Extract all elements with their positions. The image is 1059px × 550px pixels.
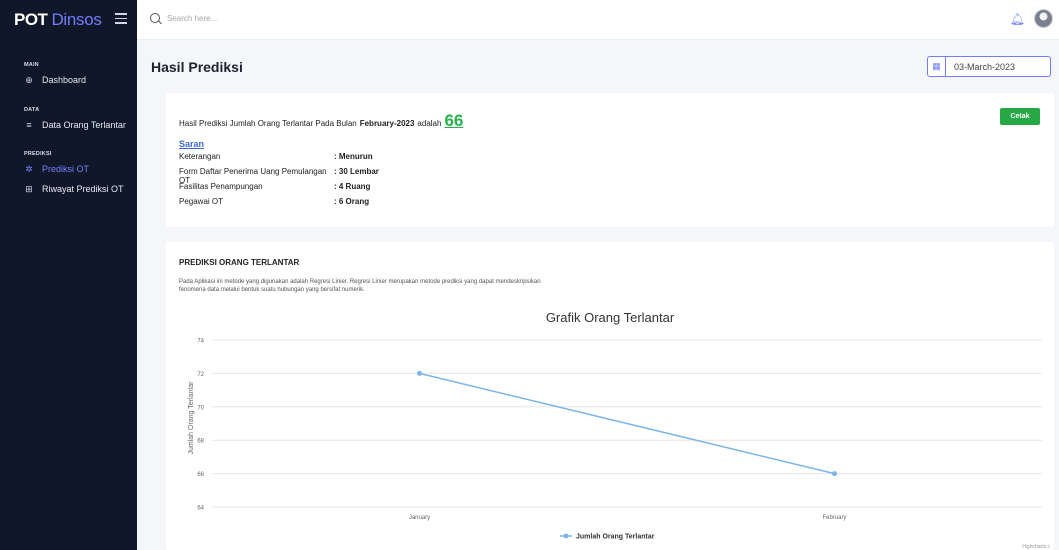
search-icon[interactable] [150,13,160,23]
x-axis-ticks: January February [409,515,847,521]
avatar[interactable] [1034,9,1053,28]
prediction-card-title: PREDIKSI ORANG TERLANTAR [179,258,300,267]
date-picker[interactable]: ▦ [927,56,1051,77]
saran-title[interactable]: Saran [179,139,204,149]
y-tick-label: 70 [197,405,204,411]
chart-svg: Grafik Orang Terlantar 64 66 68 70 72 74 Juml… [188,310,1050,550]
prediction-card: PREDIKSI ORANG TERLANTAR Pada Aplikasi i… [166,242,1054,550]
info-row-pegawai: Pegawai OT : 6 Orang [179,197,369,206]
section-title-data: DATA [24,107,40,113]
print-button[interactable]: Cetak [1000,108,1040,125]
sidebar-item-label: Data Orang Terlantar [42,120,126,130]
y-tick-label: 74 [197,339,204,345]
info-value: : 6 Orang [334,197,370,206]
y-axis-label: Jumlah Orang Terlantar [188,381,195,455]
search-input[interactable] [167,13,367,23]
chart-credit: Highcharts.c [1022,544,1050,550]
y-tick-label: 68 [197,439,204,445]
result-value: 66 [444,111,464,130]
info-value: : Menurun [334,152,373,161]
info-key: Fasilitas Penampungan [179,182,263,191]
y-axis-ticks: 64 66 68 70 72 74 [197,339,204,512]
chart-title: Grafik Orang Terlantar [546,310,675,325]
sidebar-item-riwayat-prediksi-ot[interactable]: ⊞ Riwayat Prediksi OT [0,182,137,196]
result-line: Hasil Prediksi Jumlah Orang Terlantar Pa… [179,111,463,131]
result-card: Hasil Prediksi Jumlah Orang Terlantar Pa… [166,93,1054,227]
sidebar-item-dashboard[interactable]: ⊕ Dashboard [0,73,137,87]
result-month: February-2023 [359,119,415,128]
y-tick-label: 72 [197,372,204,378]
brand-light: Dinsos [51,10,102,29]
sidebar: POT Dinsos MAIN ⊕ Dashboard DATA ≡ Data … [0,0,137,550]
legend-marker-icon [563,533,569,539]
data-point[interactable] [417,370,422,376]
series-line [419,372,835,475]
info-key: Keterangan [179,152,221,161]
y-tick-label: 66 [197,472,204,478]
data-point[interactable] [832,471,837,477]
info-row-keterangan: Keterangan : Menurun [179,152,373,161]
sidebar-item-label: Dashboard [42,75,87,85]
description-line-2: fenomena data melalui bentuk suatu hubun… [179,287,365,294]
y-tick-label: 64 [197,506,204,512]
legend-label[interactable]: Jumlah Orang Terlantar [576,534,655,541]
section-title-prediksi: PREDIKSI [24,151,52,157]
bell-icon[interactable]: 🔔︎ [1010,12,1025,26]
x-tick-label: February [822,515,846,521]
line-chart: Grafik Orang Terlantar 64 66 68 70 72 74 Juml… [166,298,1054,550]
section-title-main: MAIN [24,62,39,68]
page-title: Hasil Prediksi [151,59,243,75]
hamburger-menu-icon[interactable] [115,13,127,24]
sidebar-item-label: Prediksi OT [42,164,90,174]
book-icon: ⊞ [25,183,33,194]
chart-series [417,370,837,477]
sidebar-item-label: Riwayat Prediksi OT [42,184,124,194]
result-prefix: Hasil Prediksi Jumlah Orang Terlantar Pa… [179,119,357,128]
result-middle: adalah [417,119,442,128]
prediction-card-description: Pada Aplikasi ini metode yang digunakan … [179,278,699,295]
topbar: 🔔︎ [137,0,1059,40]
sidebar-item-data-orang-terlantar[interactable]: ≡ Data Orang Terlantar [0,118,137,132]
x-tick-label: January [409,515,430,521]
info-row-fasilitas: Fasilitas Penampungan : 4 Ruang [179,182,370,191]
date-input[interactable] [946,61,1046,72]
calendar-icon[interactable]: ▦ [928,57,946,76]
info-key: Pegawai OT [179,197,224,206]
brand-strong: POT [14,10,48,29]
search-bar [150,13,367,23]
brand: POT Dinsos [0,0,137,40]
description-line-1: Pada Aplikasi ini metode yang digunakan … [179,279,541,285]
info-value: : 4 Ruang [334,182,371,191]
list-icon: ≡ [26,120,32,130]
dashboard-icon: ⊕ [25,74,33,85]
chart-legend[interactable]: Jumlah Orang Terlantar [560,533,655,541]
gear-icon: ✲ [25,163,33,174]
sidebar-item-prediksi-ot[interactable]: ✲ Prediksi OT [0,162,137,176]
